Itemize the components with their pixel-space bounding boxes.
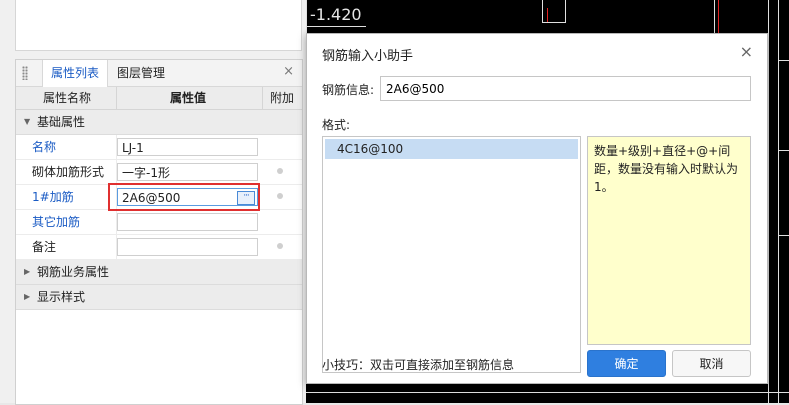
cad-line	[565, 0, 566, 22]
cad-line	[547, 8, 548, 22]
cancel-button[interactable]: 取消	[672, 350, 751, 377]
chevron-down-icon[interactable]: ▼	[24, 117, 30, 126]
group-label: 显示样式	[37, 290, 86, 304]
tab-property-list[interactable]: 属性列表	[42, 60, 109, 87]
extra-dot-icon[interactable]	[277, 193, 283, 199]
rebar-info-label: 钢筋信息:	[322, 83, 375, 97]
name-field[interactable]: LJ-1	[117, 138, 258, 156]
left-area: 属性列表 图层管理 × 属性名称 属性值 附加 ▼ 基础属性 名称 LJ-1 砌…	[0, 0, 306, 405]
extra-dot-icon[interactable]	[277, 243, 283, 249]
cad-line	[306, 26, 366, 27]
tip-text: 小技巧：双击可直接添加至钢筋信息	[322, 358, 515, 372]
row-label: 名称	[32, 140, 57, 154]
group-display-style[interactable]: ▶ 显示样式	[16, 285, 302, 310]
property-row-other-rebar: 其它加筋	[16, 210, 302, 235]
column-header: 属性名称 属性值 附加	[16, 87, 302, 110]
panel-close-icon[interactable]: ×	[283, 64, 294, 79]
property-row-remark: 备注	[16, 235, 302, 260]
other-rebar-field[interactable]	[117, 213, 258, 231]
group-label: 基础属性	[37, 115, 86, 129]
format-description: 数量+级别+直径+@+间距，数量没有输入时默认为1。	[587, 136, 751, 345]
format-list[interactable]: 4C16@100	[322, 136, 581, 373]
col-property-name: 属性名称	[43, 91, 92, 105]
elevation-label: -1.420	[310, 5, 362, 24]
cad-line	[714, 0, 715, 33]
highlight-box	[108, 183, 260, 211]
list-item[interactable]: 4C16@100	[325, 139, 578, 159]
format-label: 格式:	[322, 118, 351, 132]
chevron-right-icon[interactable]: ▶	[24, 292, 30, 301]
group-basic-properties[interactable]: ▼ 基础属性	[16, 110, 302, 135]
row-label: 砌体加筋形式	[32, 165, 105, 179]
property-row-name: 名称 LJ-1	[16, 135, 302, 160]
ok-button[interactable]: 确定	[587, 350, 666, 377]
cad-line	[778, 235, 789, 236]
group-label: 钢筋业务属性	[37, 265, 110, 279]
group-rebar-business[interactable]: ▶ 钢筋业务属性	[16, 260, 302, 285]
row-label: 备注	[32, 240, 57, 254]
extra-dot-icon[interactable]	[277, 168, 283, 174]
chevron-right-icon[interactable]: ▶	[24, 267, 30, 276]
rebar-input-dialog: 钢筋输入小助手 × 钢筋信息: 格式: 4C16@100 数量+级别+直径+@+…	[306, 33, 768, 384]
dialog-title: 钢筋输入小助手	[322, 49, 414, 64]
cad-line	[306, 392, 789, 393]
col-extra: 附加	[270, 91, 295, 105]
property-row-masonry-form: 砌体加筋形式 一字-1形	[16, 160, 302, 185]
tab-layer-manager[interactable]: 图层管理	[117, 60, 165, 86]
drag-grip-icon[interactable]	[22, 66, 28, 80]
upper-panel	[15, 0, 302, 51]
col-property-value: 属性值	[170, 91, 207, 105]
panel-tab-bar: 属性列表 图层管理 ×	[16, 60, 302, 87]
column-divider	[262, 87, 263, 109]
rebar-info-input[interactable]	[380, 76, 751, 101]
cad-line	[778, 60, 789, 61]
remark-field[interactable]	[117, 238, 258, 256]
close-icon[interactable]: ×	[740, 42, 753, 61]
cad-line	[542, 22, 566, 23]
row-label: 其它加筋	[32, 215, 81, 229]
cad-line	[718, 0, 719, 33]
column-divider	[116, 87, 117, 109]
cad-line	[542, 0, 543, 22]
row-label: 1#加筋	[32, 190, 74, 204]
cad-line	[768, 0, 769, 403]
property-panel: 属性列表 图层管理 × 属性名称 属性值 附加 ▼ 基础属性 名称 LJ-1 砌…	[15, 59, 303, 405]
masonry-form-field[interactable]: 一字-1形	[117, 163, 258, 181]
cad-line	[778, 150, 789, 151]
